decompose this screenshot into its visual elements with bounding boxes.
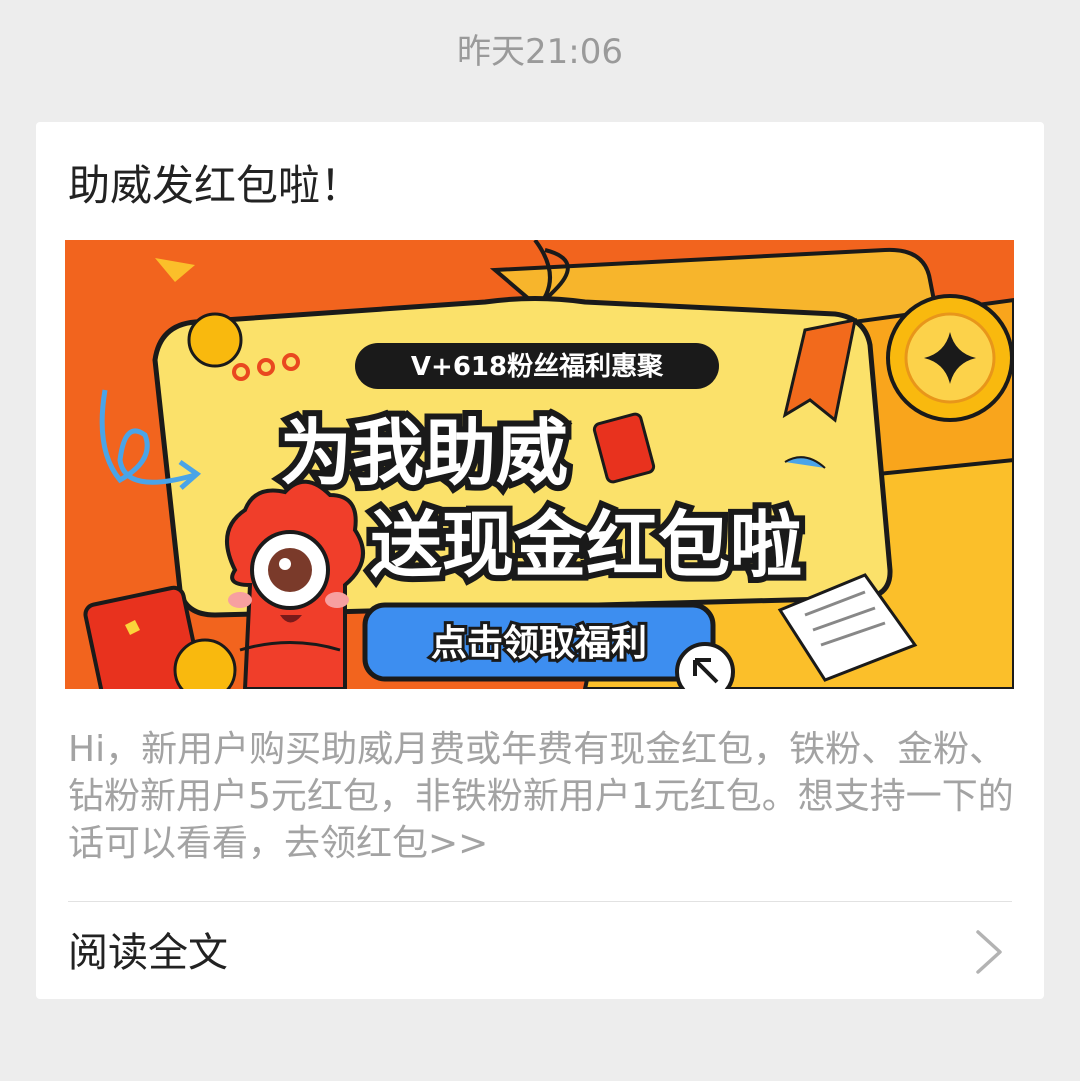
read-more-label: 阅读全文 <box>68 930 228 976</box>
read-more-button[interactable]: 阅读全文 <box>36 902 1044 999</box>
article-banner-image[interactable]: V+618粉丝福利惠聚 为我助威 送现金红包啦 点击领取福利 <box>65 240 1014 689</box>
banner-cta-text: 点击领取福利 <box>431 623 647 664</box>
article-description[interactable]: Hi，新用户购买助威月费或年费有现金红包，铁粉、金粉、钻粉新用户5元红包，非铁粉… <box>68 726 1018 867</box>
article-title[interactable]: 助威发红包啦！ <box>68 158 1012 214</box>
message-timestamp: 昨天21:06 <box>457 32 623 72</box>
banner-headline-2: 送现金红包啦 <box>370 503 802 587</box>
chevron-right-icon <box>976 930 1002 974</box>
article-card[interactable]: 助威发红包啦！ V+618粉丝福利惠聚 为我助威 送现金红包啦 点击领取福利 H… <box>36 122 1044 999</box>
mascot-character <box>225 479 365 689</box>
banner-headline-1: 为我助威 <box>280 411 568 495</box>
banner-tag-text: V+618粉丝福利惠聚 <box>411 352 664 382</box>
